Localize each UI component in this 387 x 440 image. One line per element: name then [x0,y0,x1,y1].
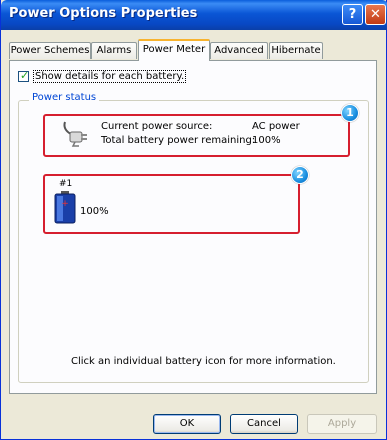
tab-power-schemes[interactable]: Power Schemes [9,42,91,59]
tab-advanced[interactable]: Advanced [210,42,268,59]
show-details-checkbox[interactable]: ✓ [18,69,30,82]
title-bar[interactable]: Power Options Properties ? ✕ [1,0,387,30]
show-details-label[interactable]: Show details for each battery. [33,70,187,83]
callout-badge-2: 2 [291,166,309,184]
highlight-box-battery [43,174,300,234]
checkmark-icon: ✓ [20,69,30,82]
info-text: Click an individual battery icon for mor… [71,356,336,367]
cancel-button[interactable]: Cancel [230,414,298,434]
tab-hibernate[interactable]: Hibernate [269,42,323,59]
close-button[interactable]: ✕ [365,4,386,25]
help-button[interactable]: ? [342,4,363,25]
window-title: Power Options Properties [9,6,198,21]
power-status-legend: Power status [29,92,100,103]
power-options-window: Power Options Properties ? ✕ Power Schem… [0,0,387,440]
ok-button[interactable]: OK [153,414,221,434]
callout-badge-1: 1 [341,104,359,122]
tab-alarms[interactable]: Alarms [91,42,137,59]
highlight-box-power-source [43,114,350,157]
tab-power-meter[interactable]: Power Meter [138,39,210,61]
apply-button[interactable]: Apply [307,414,377,434]
